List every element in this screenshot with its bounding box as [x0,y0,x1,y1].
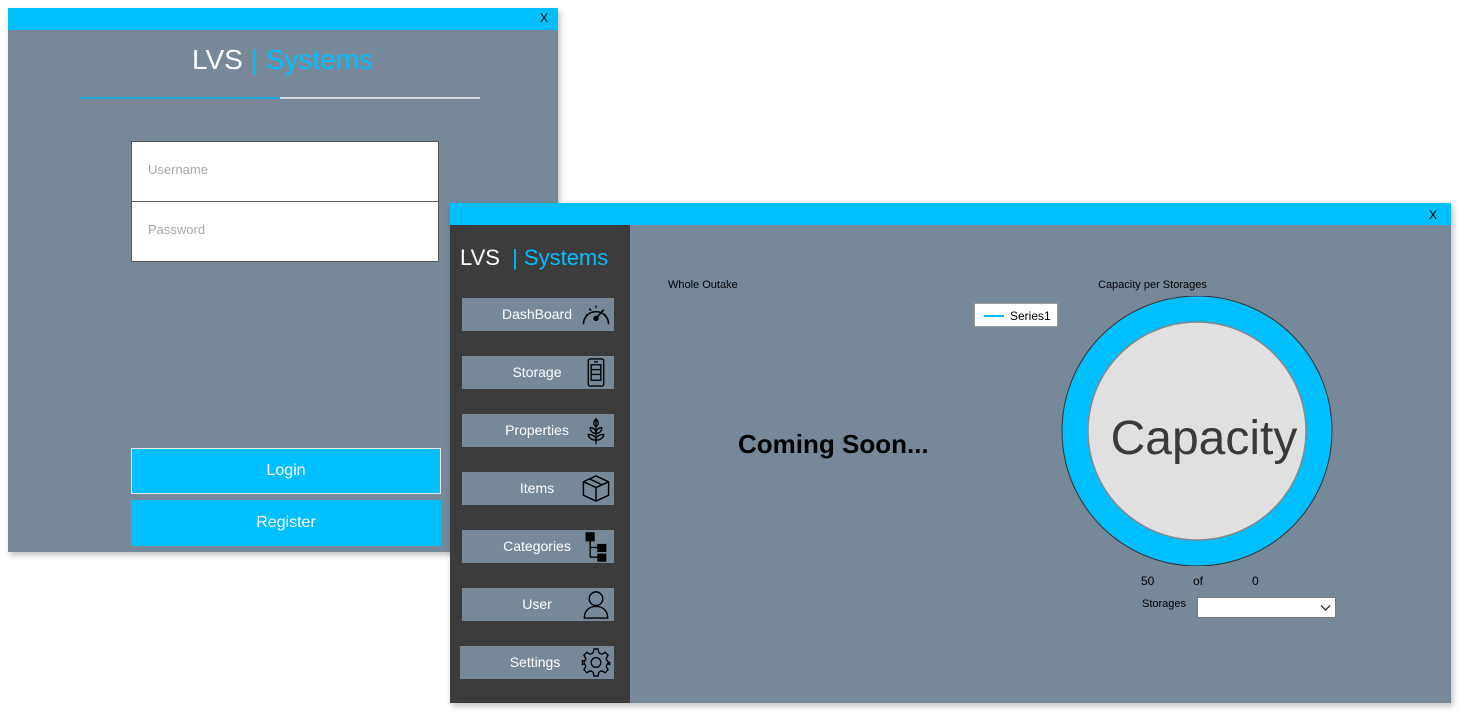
nav-items-button[interactable]: Items [462,472,614,505]
brand-underline-gray [280,97,480,99]
plant-icon [587,417,605,445]
chevron-down-icon [1320,605,1331,611]
nav-properties-button[interactable]: Properties [462,414,614,447]
register-button[interactable]: Register [131,500,441,546]
storage-cabinet-icon [587,358,605,387]
hierarchy-icon [585,532,607,562]
brand-systems: | Systems [250,44,374,75]
username-input[interactable]: Username [131,141,439,202]
capacity-center-text: Capacity [1111,412,1298,465]
capacity-donut-chart: Capacity [1061,296,1333,566]
capacity-chart-title: Capacity per Storages [1098,279,1207,291]
password-input[interactable]: Password [131,201,439,262]
nav-categories-button[interactable]: Categories [462,530,614,563]
legend-swatch [984,315,1004,317]
user-icon [583,591,609,619]
storages-label: Storages [1142,598,1187,610]
gear-icon [581,648,611,677]
legend-series-label: Series1 [1010,309,1051,323]
nav-storage-button[interactable]: Storage [462,356,614,389]
main-close-button[interactable]: X [1429,208,1437,222]
login-title-bar[interactable]: X [8,8,558,30]
brand-systems: | Systems [512,245,609,270]
sidebar-brand-logo: LVS | Systems [460,245,608,271]
capacity-total-value: 0 [1252,574,1259,588]
brand-lvs: LVS [192,44,243,75]
storages-dropdown[interactable] [1197,597,1336,618]
coming-soon-text: Coming Soon... [738,429,929,459]
chart-legend: Series1 [974,303,1058,327]
nav-user-button[interactable]: User [462,588,614,621]
nav-dashboard-button[interactable]: DashBoard [462,298,614,331]
brand-lvs: LVS [460,245,500,270]
brand-underline-accent [80,97,280,99]
sidebar: LVS | Systems DashBoard Storage Properti… [450,225,630,703]
capacity-of-label: of [1193,574,1204,588]
nav-settings-button[interactable]: Settings [460,646,614,679]
main-window: X LVS | Systems DashBoard Storage Proper… [450,203,1451,703]
speedometer-icon [582,305,610,325]
login-brand-logo: LVS | Systems [192,44,373,76]
capacity-used-value: 50 [1141,574,1155,588]
whole-outake-chart-title: Whole Outake [668,279,738,291]
box-icon [582,475,610,502]
login-button[interactable]: Login [131,448,441,494]
login-close-button[interactable]: X [540,11,548,25]
main-title-bar[interactable]: X [450,203,1451,225]
